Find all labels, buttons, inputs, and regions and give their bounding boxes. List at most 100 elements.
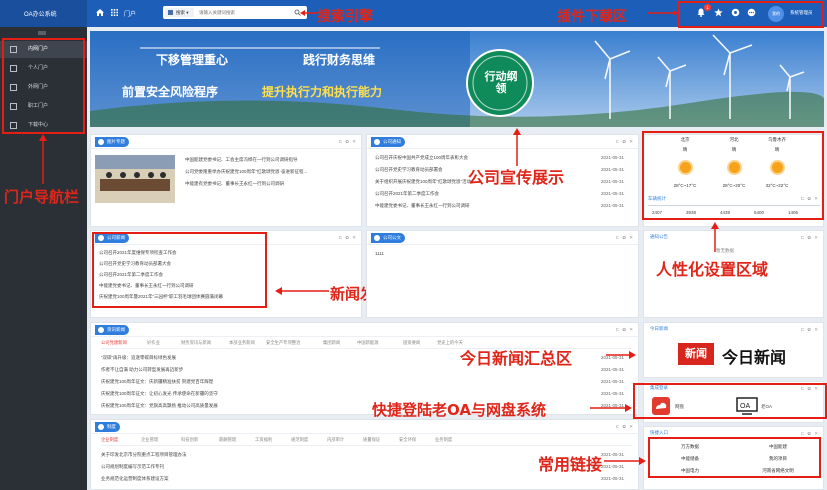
list-item-date: 2021-05-31 [601, 191, 625, 196]
tab-business-policy[interactable]: 业务制度 [435, 437, 452, 443]
arrow-personal-icon [711, 222, 719, 252]
panel-header: 公司通知 C ✿ ✕ [367, 135, 638, 149]
panel-title-label: 今日新闻 [650, 326, 668, 331]
panel-title: 制度 [95, 422, 120, 432]
quick-login-highlight [633, 383, 827, 419]
tab-sasac[interactable]: 国资要闻 [403, 340, 420, 346]
list-item[interactable]: 关于组织开展庆祝建党100周年“红歌颂党恩”活动 [375, 179, 471, 185]
banner-line-1: 下移管理重心 [156, 53, 229, 67]
panel-tools-icon[interactable]: C ✿ ✕ [616, 139, 634, 145]
search-input[interactable] [199, 8, 289, 17]
list-item[interactable]: “双碳”再升级：追逐零碳目标绿色发展 [101, 355, 176, 361]
annotation-quick-login: 快捷登陆老OA与网盘系统 [372, 401, 546, 419]
panel-tools-icon[interactable]: C ✿ ✕ [801, 327, 819, 333]
panel-title-label: 通知公告 [650, 234, 668, 239]
banner-badge: 行动纲领 [484, 71, 518, 95]
tab-new-energy[interactable]: 中国新能源 [357, 340, 378, 346]
arrow-search-icon [300, 10, 318, 16]
plugin-area-highlight [678, 1, 824, 28]
list-item[interactable]: 1111 [375, 251, 384, 256]
personal-area-highlight [642, 131, 824, 220]
arrow-nav-icon [39, 134, 47, 184]
promo-banner[interactable]: 下移管理重心 践行财务思维 前置安全风险程序 提升执行力和执行能力 行动纲领 [90, 31, 824, 127]
arrow-plugin-icon [648, 10, 678, 16]
list-item[interactable]: 公司召开2021年第二季度工作会 [375, 191, 439, 197]
photo-news-panel: 图片专题 C ✿ ✕ 中国能建党委书记、工会主席冯桦在一行到公司调研指导 公司党委… [90, 134, 362, 227]
tab-history[interactable]: 党史上的今天 [437, 340, 463, 346]
arrow-quick-login-icon [590, 404, 632, 412]
banner-line-2: 践行财务思维 [303, 53, 376, 67]
search-box: 搜索 ▾ [163, 6, 307, 19]
panel-title: 资讯新闻 [95, 325, 129, 335]
panel-header: 资讯新闻 C ✿ ✕ [91, 323, 638, 337]
tab-finance[interactable]: 财务资讯与新闻 [181, 340, 211, 346]
today-news-logo-text[interactable]: 今日新闻 [722, 344, 786, 368]
list-item-date: 2021-05-31 [601, 167, 625, 172]
panel-title-icon [374, 235, 380, 241]
tab-salary[interactable]: 薪酬管理 [219, 437, 236, 443]
panel-title-label: 制度 [107, 424, 116, 429]
app-logo: OA办公系统 [24, 12, 57, 18]
panel-tools-icon[interactable]: C ✿ ✕ [616, 235, 634, 241]
tab-group[interactable]: 集团新闻 [323, 340, 340, 346]
panel-tools-icon[interactable]: C ✿ ✕ [616, 424, 634, 430]
list-item[interactable]: 庆祝建党100周年征文：让初心发光 传承使命在新疆的坚守 [101, 391, 218, 397]
annotation-promo: 公司宣传展示 [468, 168, 565, 187]
arrow-promo-icon [513, 128, 521, 166]
list-item-date: 2021-05-31 [601, 367, 625, 372]
nav-highlight [2, 38, 85, 134]
banner-line-3: 前置安全风险程序 [122, 85, 219, 99]
arrow-links-icon [604, 457, 646, 465]
annotation-nav: 门户导航栏 [4, 188, 80, 206]
news-photo-icon[interactable] [95, 155, 175, 203]
panel-tools-icon[interactable]: C ✿ ✕ [616, 327, 634, 333]
panel-tools-icon[interactable]: C ✿ ✕ [801, 235, 819, 241]
search-type-label: 搜索 [176, 10, 185, 15]
tab-standards[interactable]: 规范制度 [291, 437, 308, 443]
tab-quality[interactable]: 质量保证 [363, 437, 380, 443]
panel-header: 公司公文 C ✿ ✕ [367, 231, 638, 245]
breadcrumb[interactable]: 门户 [124, 9, 136, 18]
home-icon[interactable] [96, 9, 104, 16]
list-item[interactable]: 庆祝建党100周年征文：党旗高高飘扬 推动公司高质量发展 [101, 403, 218, 409]
panel-title: 公司公文 [371, 233, 405, 243]
tab-welfare[interactable]: 工资福利 [255, 437, 272, 443]
list-item[interactable]: 公司召开党史学习教育动员部署会 [375, 167, 443, 173]
list-item[interactable]: 中能建党委书记、董事长王永红一行到公司调研 [375, 203, 470, 209]
tab-safety[interactable]: 安全生产专项整治 [266, 340, 300, 346]
logo-area: OA办公系统 [0, 0, 87, 27]
list-item[interactable]: 中国能建党委书记、工会主席冯桦在一行到公司调研指导 [185, 157, 298, 163]
tab-innovation[interactable]: 科技创新 [181, 437, 198, 443]
today-news-panel: 今日新闻 C ✿ ✕ 新闻 今日新闻 [643, 322, 824, 378]
tab-good-work[interactable]: 好作业 [147, 340, 160, 346]
panel-title-icon [98, 424, 104, 430]
today-news-logo[interactable]: 新闻 [678, 343, 714, 365]
list-item[interactable]: 庆祝建党100周年征文：庆新疆精准扶贫 贺建党百年辉煌 [101, 379, 213, 385]
news-area-highlight [92, 232, 267, 308]
list-item[interactable]: 公司规划制度编写示范工作专刊 [101, 464, 164, 470]
tab-audit[interactable]: 内部审计 [327, 437, 344, 443]
panel-tools-icon[interactable]: C ✿ ✕ [339, 139, 357, 145]
list-item[interactable]: 公司召开庆祝中国共产党成立100周年表彰大会 [375, 155, 468, 161]
tab-business[interactable]: 本部业务新闻 [229, 340, 255, 346]
list-item[interactable]: 作者不让自满 助力公司转型发展再迈新步 [101, 367, 183, 373]
panel-title-icon [374, 139, 380, 145]
collapse-handle[interactable] [38, 31, 46, 35]
panel-tools-icon[interactable]: C ✿ ✕ [339, 235, 357, 241]
annotation-plugin: 插件下载区 [557, 9, 627, 25]
arrow-today-news-icon [606, 351, 636, 359]
quick-links-highlight [648, 437, 821, 478]
apps-grid-icon[interactable] [111, 9, 118, 16]
list-item[interactable]: 关于印发北京市分院重点工程项目管理办法 [101, 452, 187, 458]
tab-env[interactable]: 安全环保 [399, 437, 416, 443]
panel-title-label: 公司公文 [383, 235, 401, 240]
banner-art-icon [90, 31, 824, 127]
tab-party-news[interactable]: 公司党建新闻 [101, 340, 127, 346]
list-item[interactable]: 公司党委隆重举办庆祝建党100周年“红歌颂党恩·奋进新征程... [185, 169, 307, 175]
tab-management[interactable]: 企业管理 [141, 437, 158, 443]
tab-enterprise-policy[interactable]: 企业制度 [101, 437, 118, 443]
list-item-date: 2021-05-31 [601, 155, 625, 160]
list-item[interactable]: 业务规范化运营制度体系建设方案 [101, 476, 169, 482]
search-type-select[interactable]: 搜索 ▾ [165, 8, 194, 17]
list-item[interactable]: 中能建有党委书记、董事长王永红一行到公司调研 [185, 181, 284, 187]
